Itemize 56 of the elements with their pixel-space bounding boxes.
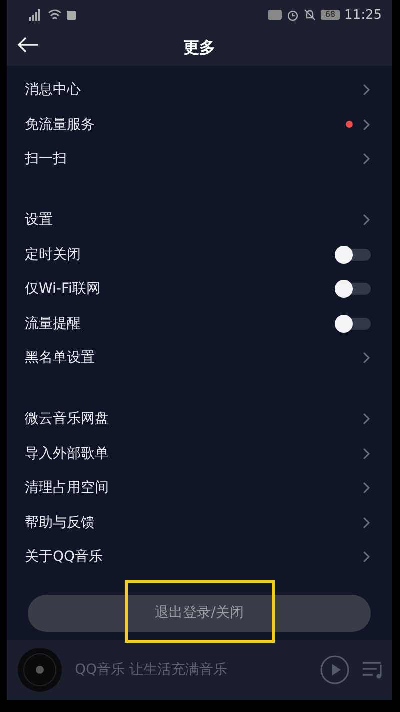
battery-indicator: 68: [321, 10, 340, 20]
vinyl-record-icon: [17, 647, 63, 693]
settings-item[interactable]: 扫一扫: [7, 142, 392, 177]
settings-item[interactable]: 免流量服务: [7, 108, 392, 142]
settings-item[interactable]: 消息中心: [7, 73, 392, 108]
settings-item[interactable]: 清理占用空间: [7, 470, 392, 506]
player-slogan: QQ音乐 让生活充满音乐: [75, 661, 228, 679]
settings-item[interactable]: 设置: [7, 202, 392, 238]
item-label: 免流量服务: [25, 116, 95, 134]
item-label: 微云音乐网盘: [25, 410, 109, 428]
item-label: 消息中心: [25, 81, 81, 100]
item-label: 帮助与反馈: [25, 514, 95, 532]
muted-bell-icon: [304, 9, 316, 21]
item-label: 黑名单设置: [25, 349, 95, 368]
settings-item[interactable]: 导入外部歌单: [7, 436, 392, 471]
chevron-icon: [362, 152, 371, 166]
item-label: 定时关闭: [25, 246, 81, 264]
chevron-icon: [362, 412, 371, 426]
item-label: 关于QQ音乐: [25, 548, 104, 566]
logout-button[interactable]: 退出登录/关闭: [28, 594, 371, 632]
settings-item[interactable]: 关于QQ音乐: [7, 540, 392, 575]
item-label: 扫一扫: [25, 150, 67, 168]
wifi-icon: [48, 9, 62, 21]
chevron-icon: [362, 516, 371, 530]
play-button[interactable]: [320, 655, 350, 685]
playlist-icon: [362, 660, 384, 680]
square-icon: [67, 10, 76, 20]
chevron-icon: [362, 446, 371, 461]
chevron-icon: [362, 351, 371, 366]
item-label: 流量提醒: [25, 314, 81, 333]
item-label: 清理占用空间: [25, 479, 109, 498]
settings-item[interactable]: 微云音乐网盘: [7, 402, 392, 436]
toggle-switch[interactable]: [337, 248, 371, 261]
settings-item[interactable]: 定时关闭: [7, 237, 392, 272]
toggle-switch[interactable]: [337, 318, 371, 330]
chevron-icon: [362, 550, 371, 564]
item-label: 设置: [25, 211, 53, 230]
back-button[interactable]: [17, 37, 39, 53]
playlist-button[interactable]: [362, 660, 384, 680]
chevron-icon: [362, 118, 371, 132]
clock-time: 11:25: [344, 8, 382, 22]
chevron-icon: [362, 481, 371, 496]
chevron-icon: [362, 83, 371, 98]
signal-icon: [27, 9, 43, 21]
play-icon: [320, 655, 350, 685]
back-arrow-icon: [17, 37, 39, 53]
settings-item[interactable]: 帮助与反馈: [7, 506, 392, 540]
settings-item[interactable]: 流量提醒: [7, 306, 392, 342]
settings-item[interactable]: 黑名单设置: [7, 341, 392, 376]
toggle-switch[interactable]: [337, 283, 371, 296]
item-label: 导入外部歌单: [25, 444, 109, 463]
chevron-icon: [362, 213, 371, 228]
alarm-icon: [287, 9, 300, 21]
item-label: 仅Wi-Fi联网: [25, 280, 100, 298]
settings-item[interactable]: 仅Wi-Fi联网: [7, 272, 392, 307]
page-title: 更多: [184, 38, 216, 58]
